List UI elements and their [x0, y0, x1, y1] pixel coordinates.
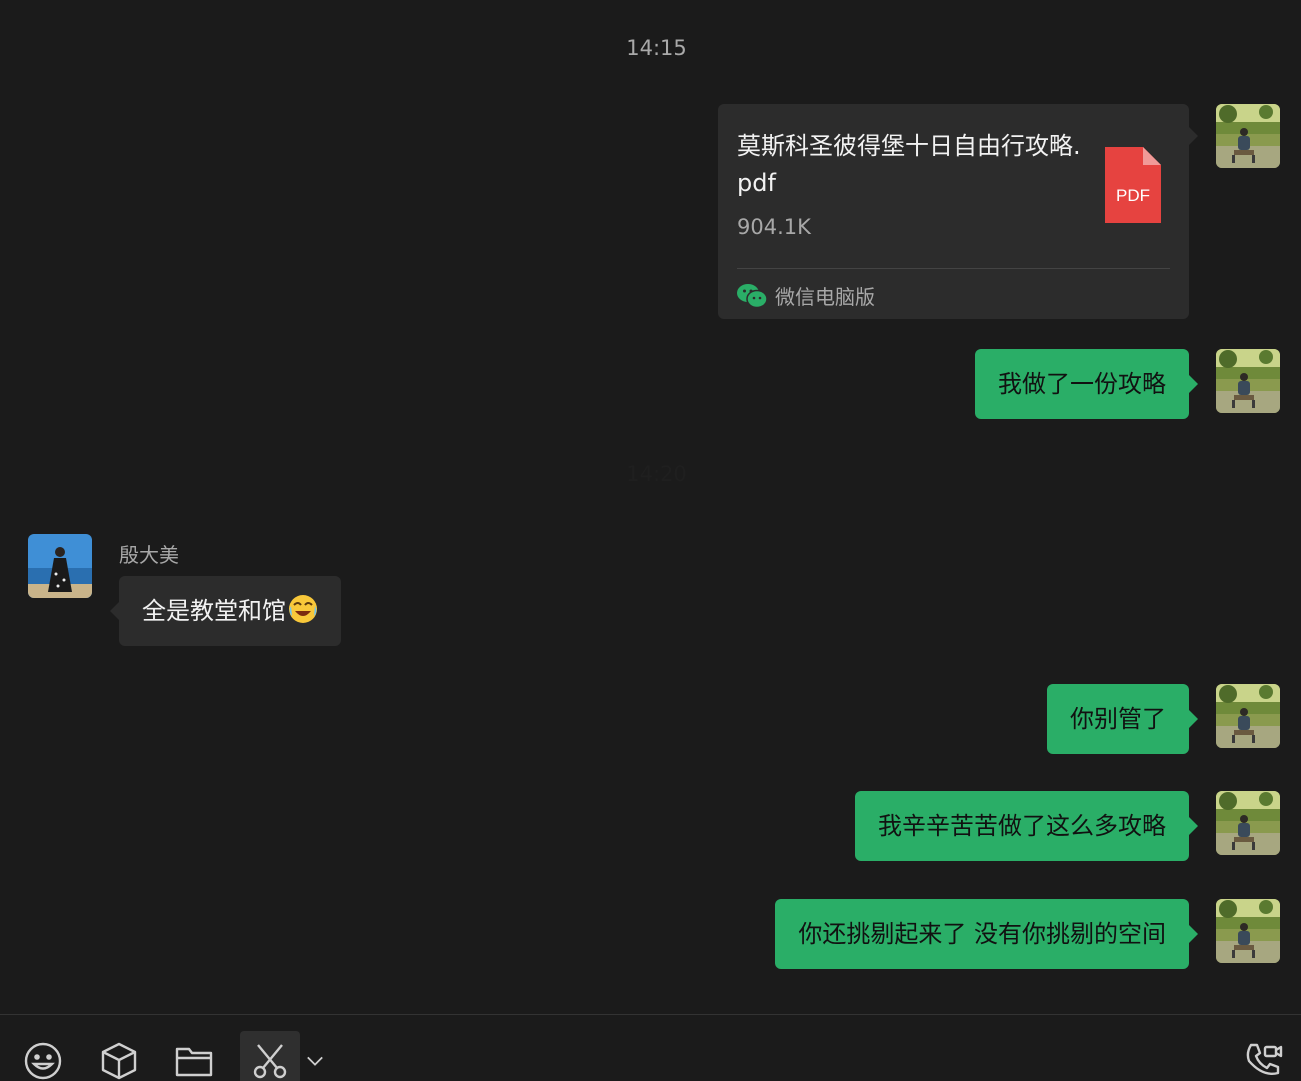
incoming-message[interactable]: 全是教堂和馆: [110, 576, 341, 646]
file-source: 微信电脑版: [737, 281, 875, 310]
my-avatar[interactable]: [1216, 104, 1280, 168]
my-avatar[interactable]: [1216, 899, 1280, 963]
wechat-logo-icon: [737, 283, 767, 308]
outgoing-message[interactable]: 你别管了: [1047, 684, 1198, 754]
screenshot-scissors-icon: [253, 1044, 287, 1079]
pdf-label: PDF: [1116, 186, 1150, 205]
input-toolbar: [0, 1014, 1301, 1081]
folder-icon: [175, 1047, 213, 1077]
chevron-down-icon: [307, 1056, 323, 1066]
file-name: 莫斯科圣彼得堡十日自由行攻略.pdf: [737, 132, 1081, 197]
outgoing-message[interactable]: 我辛辛苦苦做了这么多攻略: [855, 791, 1198, 861]
my-avatar[interactable]: [1216, 349, 1280, 413]
sticker-box-icon: [101, 1042, 137, 1080]
contact-avatar[interactable]: [28, 534, 92, 598]
message-timestamp: 14:15: [626, 36, 687, 60]
faded-timestamp: 14:20: [626, 462, 687, 486]
laughing-crying-emoji-icon: [289, 595, 317, 623]
pdf-file-icon: PDF: [1105, 147, 1161, 223]
my-avatar[interactable]: [1216, 684, 1280, 748]
screenshot-options-button[interactable]: [300, 1031, 330, 1081]
emoji-icon: [24, 1042, 62, 1080]
send-file-button[interactable]: [164, 1031, 224, 1081]
call-button[interactable]: [1233, 1031, 1293, 1081]
my-avatar[interactable]: [1216, 791, 1280, 855]
contact-name: 殷大美: [119, 543, 179, 567]
chat-area: 14:15 莫斯科圣彼得堡十日自由行攻略.pdf 904.1K PDF 微信电脑…: [0, 0, 1301, 1014]
outgoing-message[interactable]: 你还挑剔起来了 没有你挑剔的空间: [775, 899, 1198, 969]
file-message-card[interactable]: 莫斯科圣彼得堡十日自由行攻略.pdf 904.1K PDF 微信电脑版: [718, 104, 1198, 319]
voice-video-call-icon: [1246, 1043, 1283, 1075]
outgoing-message[interactable]: 我做了一份攻略: [975, 349, 1198, 419]
file-size: 904.1K: [737, 215, 811, 239]
incoming-message-text: 全是教堂和馆: [142, 597, 286, 625]
screenshot-button[interactable]: [240, 1031, 300, 1081]
file-source-label: 微信电脑版: [775, 285, 875, 309]
sticker-button[interactable]: [89, 1031, 149, 1081]
divider: [737, 268, 1170, 269]
emoji-button[interactable]: [13, 1031, 73, 1081]
